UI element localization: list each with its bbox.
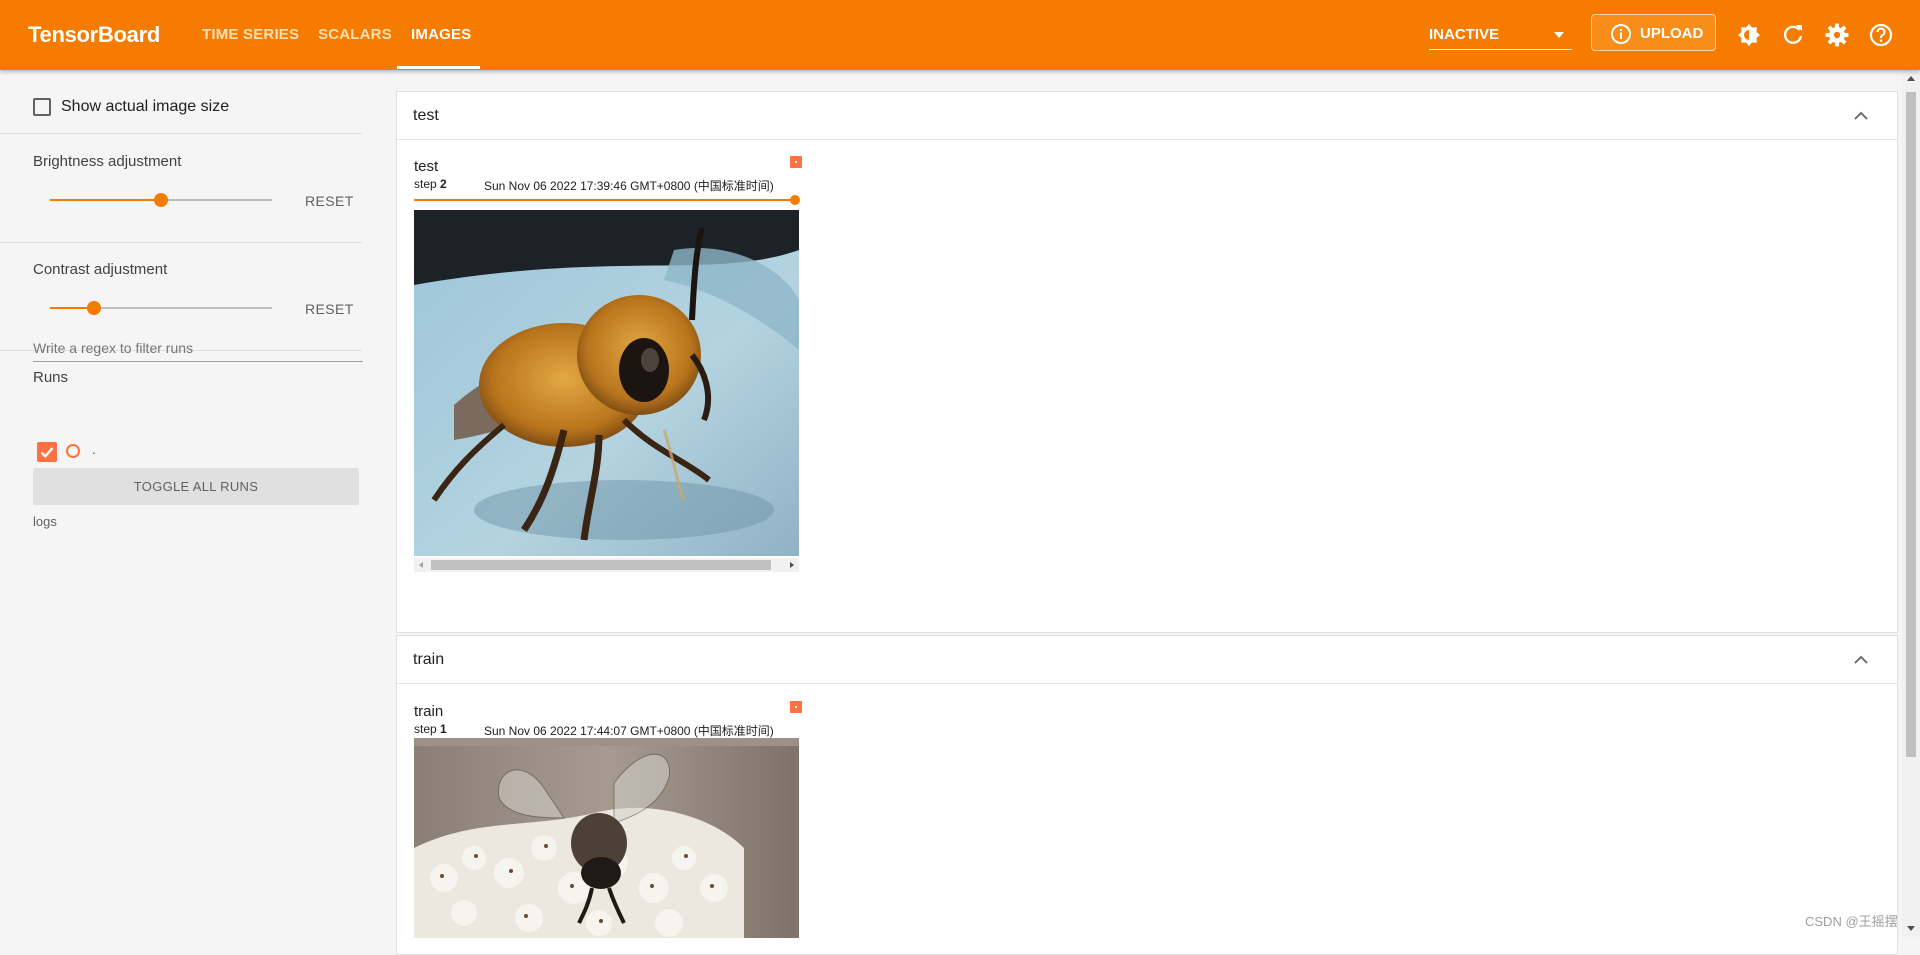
step-slider[interactable] bbox=[414, 195, 800, 205]
image-timestamp: Sun Nov 06 2022 17:39:46 GMT+0800 (中国标准时… bbox=[484, 179, 774, 193]
step-value: 1 bbox=[440, 722, 447, 736]
tab-time-series[interactable]: TIME SERIES bbox=[202, 26, 299, 43]
brightness-reset-button[interactable]: RESET bbox=[305, 193, 354, 209]
scroll-down-icon[interactable] bbox=[1907, 926, 1915, 931]
logdir-label: logs bbox=[33, 514, 57, 529]
upload-button-label: UPLOAD bbox=[1640, 25, 1704, 42]
group-title: train bbox=[413, 651, 445, 668]
runs-filter-input[interactable] bbox=[33, 334, 363, 362]
slider-fill bbox=[414, 199, 795, 201]
run-name: . bbox=[92, 442, 96, 457]
settings-gear-icon[interactable] bbox=[1823, 21, 1851, 49]
image-horizontal-scrollbar[interactable] bbox=[414, 558, 799, 572]
theme-brightness-icon[interactable] bbox=[1735, 21, 1763, 49]
contrast-title: Contrast adjustment bbox=[33, 261, 168, 278]
tab-images[interactable]: IMAGES bbox=[411, 26, 471, 43]
run-color-chip bbox=[790, 701, 802, 713]
contrast-reset-button[interactable]: RESET bbox=[305, 301, 354, 317]
tab-scalars[interactable]: SCALARS bbox=[318, 26, 392, 43]
run-color-chip bbox=[790, 156, 802, 168]
toggle-all-runs-button[interactable]: TOGGLE ALL RUNS bbox=[33, 468, 359, 505]
scroll-right-icon[interactable] bbox=[790, 562, 794, 568]
group-title: test bbox=[413, 107, 439, 124]
chevron-up-icon[interactable] bbox=[1851, 650, 1871, 670]
reload-status-select[interactable]: INACTIVE bbox=[1429, 24, 1572, 50]
divider bbox=[0, 242, 362, 243]
app-title: TensorBoard bbox=[28, 22, 160, 47]
brightness-title: Brightness adjustment bbox=[33, 153, 182, 170]
top-app-bar: TensorBoard TIME SERIES SCALARS IMAGES I… bbox=[0, 0, 1920, 70]
scroll-up-icon[interactable] bbox=[1907, 76, 1915, 81]
image-tag: train bbox=[414, 703, 444, 720]
slider-thumb[interactable] bbox=[87, 301, 101, 315]
active-tab-indicator bbox=[397, 66, 480, 69]
step-indicator: step 1 bbox=[414, 722, 447, 736]
scrollbar-thumb[interactable] bbox=[1906, 92, 1916, 757]
chevron-up-icon[interactable] bbox=[1851, 106, 1871, 126]
run-checkbox-checked[interactable] bbox=[37, 442, 57, 462]
upload-button[interactable]: UPLOAD bbox=[1591, 14, 1716, 51]
step-indicator: step 2 bbox=[414, 177, 447, 191]
status-select-value: INACTIVE bbox=[1429, 26, 1500, 43]
tag-group-test: test test step 2 Sun Nov 06 2022 17:39:4… bbox=[396, 91, 1898, 633]
show-actual-size-checkbox[interactable] bbox=[33, 98, 51, 116]
runs-title: Runs bbox=[33, 369, 69, 386]
check-icon bbox=[40, 447, 54, 458]
chevron-down-icon bbox=[1554, 32, 1564, 38]
step-label: step bbox=[414, 722, 437, 736]
step-label: step bbox=[414, 177, 437, 191]
tag-group-train: train train step 1 Sun Nov 06 2022 17:44… bbox=[396, 635, 1898, 955]
brightness-slider[interactable] bbox=[50, 190, 272, 210]
watermark: CSDN @王摇摆 bbox=[1805, 914, 1898, 929]
slider-thumb[interactable] bbox=[790, 195, 800, 205]
group-header[interactable]: test bbox=[397, 92, 1897, 140]
scrollbar-thumb[interactable] bbox=[431, 560, 771, 570]
slider-fill bbox=[50, 199, 161, 201]
run-color-picker[interactable] bbox=[66, 444, 80, 458]
image-timestamp: Sun Nov 06 2022 17:44:07 GMT+0800 (中国标准时… bbox=[484, 724, 774, 738]
page-vertical-scrollbar[interactable] bbox=[1902, 70, 1920, 937]
image-card-test: test step 2 Sun Nov 06 2022 17:39:46 GMT… bbox=[414, 156, 802, 578]
refresh-icon[interactable] bbox=[1779, 21, 1807, 49]
show-actual-size-label: Show actual image size bbox=[61, 98, 230, 115]
help-icon[interactable] bbox=[1867, 21, 1895, 49]
divider bbox=[0, 133, 362, 134]
image-card-train: train step 1 Sun Nov 06 2022 17:44:07 GM… bbox=[414, 701, 802, 943]
step-value: 2 bbox=[440, 177, 447, 191]
bee-image-train bbox=[414, 738, 799, 938]
group-header[interactable]: train bbox=[397, 636, 1897, 684]
scroll-left-icon[interactable] bbox=[419, 562, 423, 568]
bee-image-test bbox=[414, 210, 799, 556]
slider-thumb[interactable] bbox=[154, 193, 168, 207]
contrast-slider[interactable] bbox=[50, 298, 272, 318]
image-tag: test bbox=[414, 158, 439, 175]
info-icon bbox=[1611, 24, 1631, 44]
